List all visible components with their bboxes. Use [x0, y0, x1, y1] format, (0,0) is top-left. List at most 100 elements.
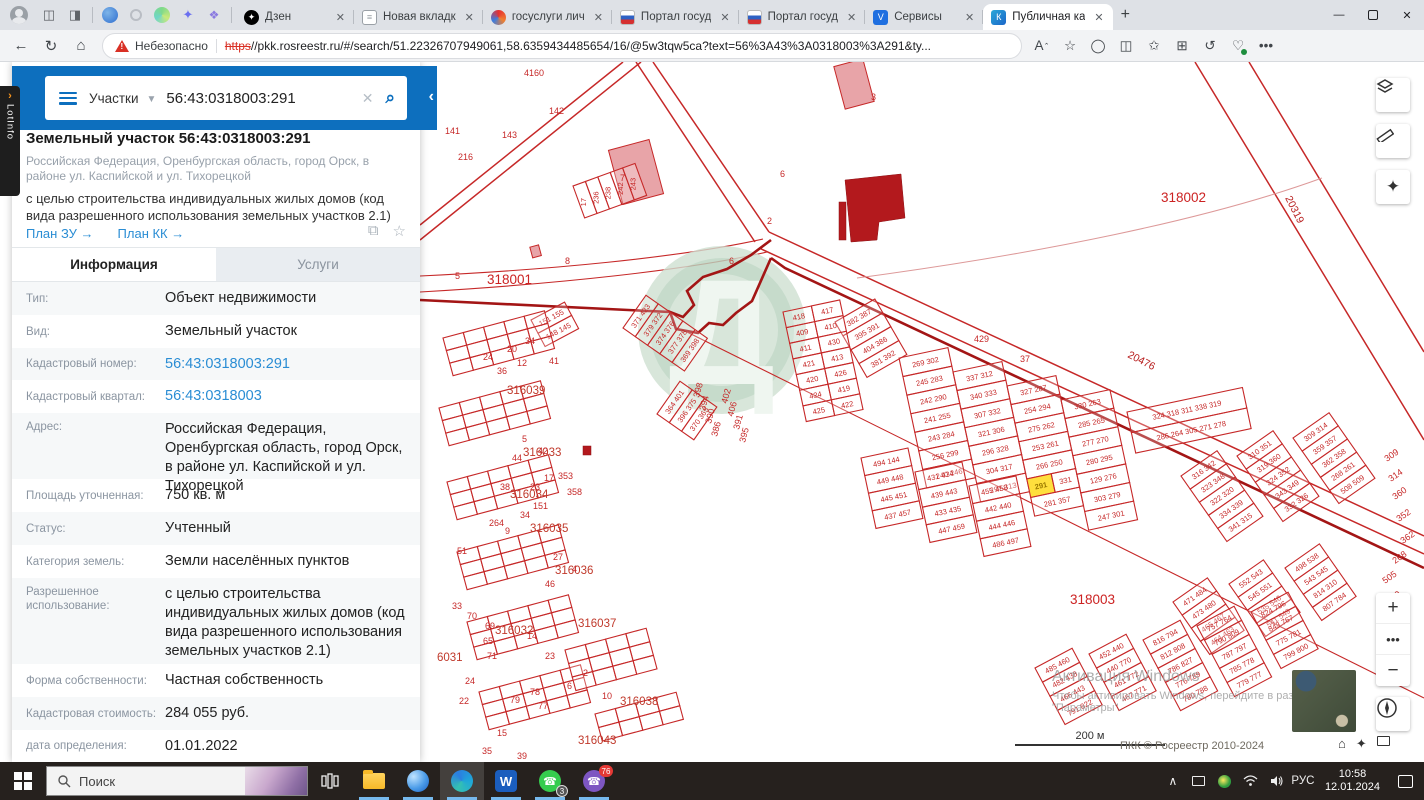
pinned-squares-icon[interactable]: ❖	[201, 4, 227, 26]
cadastral-map[interactable]: Д 269 302 245 283 242 290 241 255 243 284 256…	[420, 62, 1424, 762]
browser-tab[interactable]: ≡ Новая вкладк ✕	[354, 4, 483, 30]
taskbar-search[interactable]: Поиск	[46, 766, 308, 796]
lotinfo-side-tab[interactable]: › LotInfo	[0, 86, 20, 196]
pinned-sparkle-icon[interactable]: ✦	[175, 4, 201, 26]
language-indicator[interactable]: РУС	[1291, 762, 1315, 800]
file-explorer-icon[interactable]	[352, 762, 396, 800]
maximize-button[interactable]	[1356, 1, 1390, 29]
parcel-number-label: 143	[502, 130, 517, 140]
collapse-panel-icon[interactable]: ‹	[429, 88, 434, 106]
cadastral-map-canvas[interactable]: Д 269 302245 283242 290241 255243 284256…	[420, 62, 1424, 762]
minimize-button[interactable]: —	[1322, 1, 1356, 29]
tab-information[interactable]: Информация	[12, 248, 216, 281]
notification-center-icon[interactable]	[1390, 762, 1420, 800]
start-button[interactable]	[0, 762, 46, 800]
tab-close-icon[interactable]: ✕	[591, 10, 606, 25]
cast-device-icon[interactable]	[1187, 762, 1211, 800]
clear-search-icon[interactable]: ✕	[362, 90, 374, 107]
pinned-leaf-icon[interactable]	[149, 4, 175, 26]
collections-icon[interactable]: ⊞	[1168, 33, 1196, 59]
close-button[interactable]: ✕	[1390, 1, 1424, 29]
split-screen-icon[interactable]: ◫	[1112, 33, 1140, 59]
home-view-icon[interactable]: ⌂	[1338, 736, 1346, 752]
tab-title: Портал госуд	[640, 11, 712, 23]
zoom-out-button[interactable]: −	[1376, 655, 1410, 686]
search-box: Участки ▼ 56:43:0318003:291 ✕ ⌕	[45, 76, 407, 120]
whatsapp-icon[interactable]: ☎ 3	[528, 762, 572, 800]
taskbar-clock[interactable]: 10:58 12.01.2024	[1317, 768, 1388, 794]
field-row: Адрес: Российская Федерация, Оренбургская…	[12, 413, 420, 494]
volume-icon[interactable]	[1265, 762, 1289, 800]
locate-button[interactable]: ✦	[1376, 170, 1410, 204]
browser-essentials-icon[interactable]: ♡	[1224, 33, 1252, 59]
parcel-number-label: 3	[871, 92, 876, 102]
wifi-icon[interactable]	[1239, 762, 1263, 800]
word-icon[interactable]: W	[484, 762, 528, 800]
tab-title: Портал госуд	[767, 11, 838, 23]
pinned-ring-icon[interactable]	[123, 4, 149, 26]
viber-icon[interactable]: ☎ 76	[572, 762, 616, 800]
settings-more-icon[interactable]: •••	[1252, 33, 1280, 59]
tab-close-icon[interactable]: ✕	[462, 10, 477, 25]
sidebar-icon[interactable]: ◨	[62, 4, 88, 26]
home-button[interactable]: ⌂	[66, 33, 96, 59]
profile-avatar-icon[interactable]	[10, 6, 28, 24]
tab-services[interactable]: Услуги	[216, 248, 420, 281]
field-value[interactable]: 56:43:0318003:291	[165, 355, 406, 374]
back-button[interactable]: ←	[6, 33, 36, 59]
window-controls: — ✕	[1322, 1, 1424, 29]
new-tab-button[interactable]: +	[1121, 6, 1130, 24]
tab-close-icon[interactable]: ✕	[1091, 10, 1106, 25]
parcel-cluster[interactable]	[564, 627, 658, 692]
browser-tab[interactable]: Портал госуд ✕	[739, 4, 866, 30]
menu-icon[interactable]	[59, 91, 77, 105]
edge-browser-icon[interactable]	[440, 762, 484, 800]
search-input[interactable]: 56:43:0318003:291	[166, 90, 361, 107]
refresh-button[interactable]: ↻	[36, 33, 66, 59]
compass-button[interactable]	[1376, 697, 1410, 731]
parcel-number-label: 6	[567, 681, 572, 691]
zoom-in-button[interactable]: +	[1376, 593, 1410, 624]
center-marker-icon[interactable]: ✦	[1356, 736, 1367, 752]
plan-zu-link[interactable]: План ЗУ →	[26, 226, 94, 241]
pinned-globe-icon[interactable]	[97, 4, 123, 26]
workspaces-icon[interactable]: ◫	[36, 4, 62, 26]
parcel-cluster[interactable]: 324 318 311 338 319286 264 305 271 278	[1126, 386, 1252, 454]
browser-tab[interactable]: госуслуги лич ✕	[483, 4, 612, 30]
task-view-icon[interactable]	[308, 762, 352, 800]
chevron-down-icon[interactable]: ▼	[147, 94, 157, 105]
search-category[interactable]: Участки	[89, 91, 139, 106]
basemap-toggle-icon[interactable]	[1376, 736, 1390, 752]
tab-close-icon[interactable]: ✕	[962, 10, 977, 25]
tray-expand-icon[interactable]: ∧	[1161, 762, 1185, 800]
tab-close-icon[interactable]: ✕	[333, 10, 348, 25]
photos-app-icon[interactable]	[396, 762, 440, 800]
layers-button[interactable]	[1376, 78, 1410, 112]
browser-tab[interactable]: ✦ Дзен ✕	[236, 4, 354, 30]
browser-tab[interactable]: К Публичная ка ✕	[983, 4, 1113, 30]
address-bar[interactable]: ! Небезопасно https //pkk.rosreestr.ru/#…	[102, 32, 1022, 59]
measure-ruler-button[interactable]	[1376, 124, 1410, 158]
doc-search-icon[interactable]: ⧉	[368, 222, 379, 240]
copilot-icon[interactable]: ◯	[1084, 33, 1112, 59]
field-value[interactable]: 56:43:0318003	[165, 387, 406, 406]
star-icon[interactable]: ☆	[393, 222, 406, 240]
search-icon[interactable]: ⌕	[385, 88, 395, 108]
parcel-cluster[interactable]: 494 144449 448445 451437 457	[860, 447, 924, 530]
tab-close-icon[interactable]: ✕	[844, 10, 859, 25]
browser-tab[interactable]: Портал госуд ✕	[612, 4, 739, 30]
parcel-cluster[interactable]: 17 236 238 242 243	[572, 162, 648, 219]
history-icon[interactable]: ↺	[1196, 33, 1224, 59]
satellite-minimap-preview[interactable]	[1292, 670, 1356, 732]
plan-kk-link[interactable]: План КК →	[118, 226, 185, 241]
tab-close-icon[interactable]: ✕	[717, 10, 732, 25]
browser-tab[interactable]: V Сервисы ✕	[865, 4, 984, 30]
favorites-bar-icon[interactable]: ✩	[1140, 33, 1168, 59]
field-label: Вид:	[26, 325, 50, 338]
road-number-label: 20319	[1282, 194, 1306, 226]
zoom-options-button[interactable]: •••	[1376, 624, 1410, 655]
antivirus-icon[interactable]	[1213, 762, 1237, 800]
read-aloud-icon[interactable]: A ⌃	[1028, 33, 1056, 59]
favorite-star-icon[interactable]: ☆	[1056, 33, 1084, 59]
cadastral-block-label: 316037	[578, 618, 616, 630]
